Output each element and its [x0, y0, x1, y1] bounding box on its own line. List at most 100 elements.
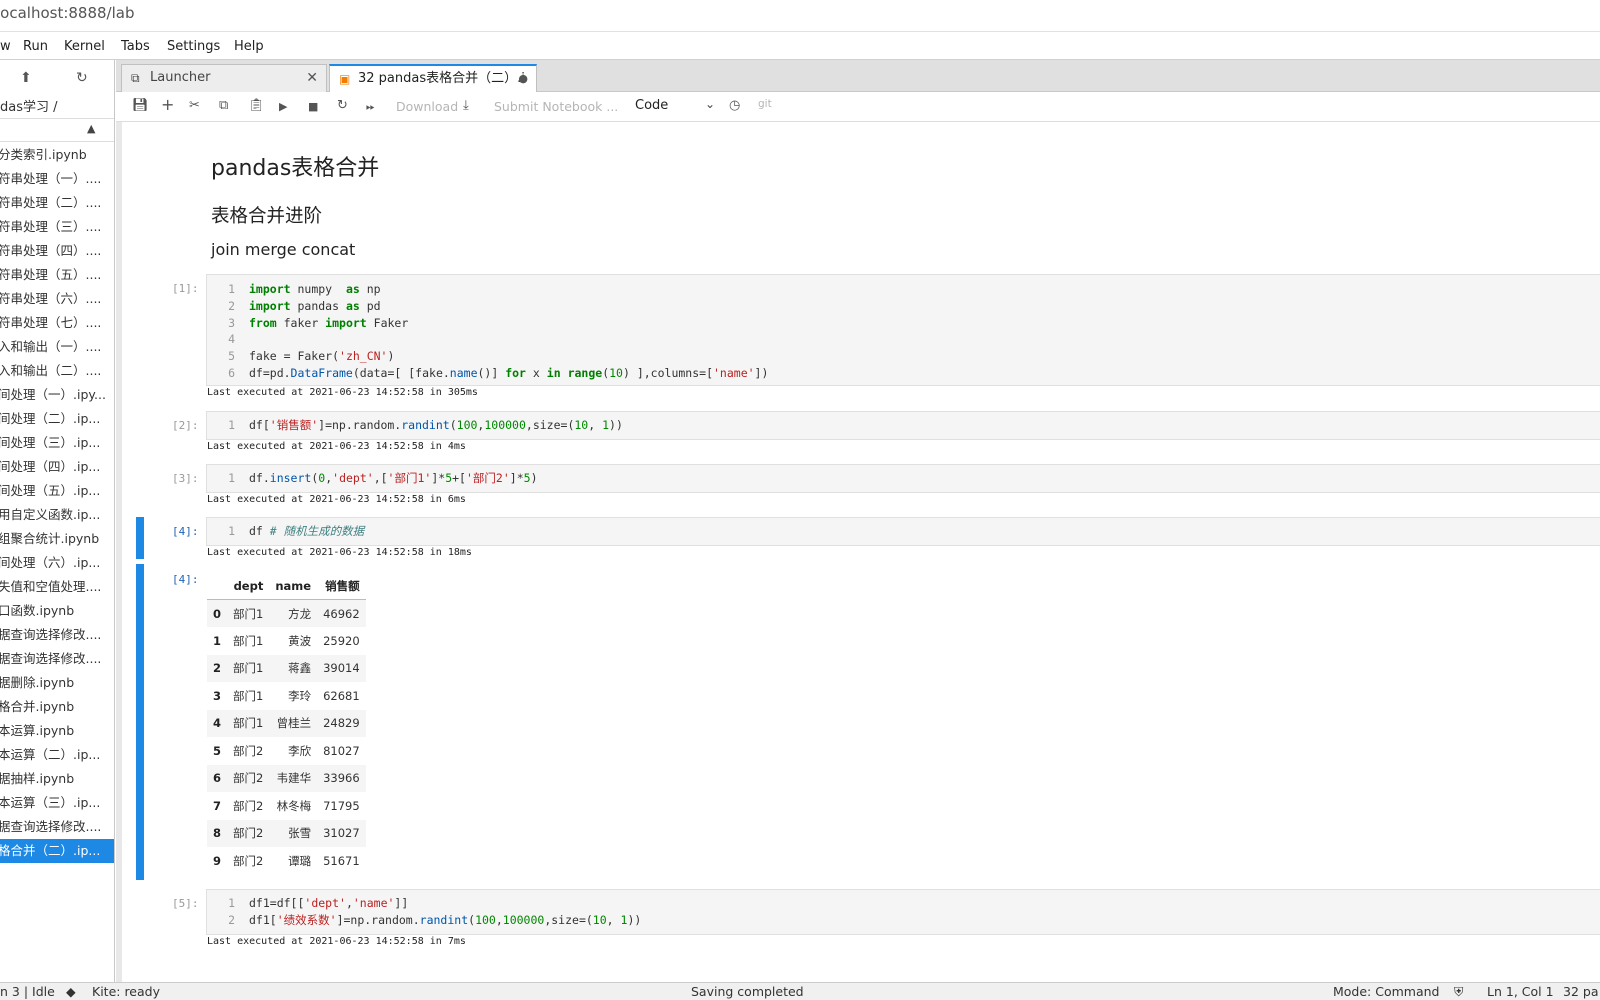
file-item[interactable]: 用自定义函数.ip...: [0, 503, 114, 527]
file-item[interactable]: 间处理（四）.ip...: [0, 455, 114, 479]
table-cell: 谭璐: [288, 853, 312, 868]
unsaved-dot-icon[interactable]: ●: [518, 66, 528, 92]
table-cell: 方龙: [288, 606, 312, 621]
close-icon[interactable]: ✕: [306, 65, 318, 91]
file-item[interactable]: 据查询选择修改....: [0, 647, 114, 671]
file-list-header[interactable]: ▲: [0, 118, 114, 142]
file-item[interactable]: 间处理（一）.ipy...: [0, 383, 114, 407]
file-item[interactable]: 格合并.ipynb: [0, 695, 114, 719]
file-item[interactable]: 间处理（五）.ip...: [0, 479, 114, 503]
kernel-status[interactable]: n 3 | Idle: [0, 984, 55, 999]
sort-caret-icon[interactable]: ▲: [87, 122, 95, 135]
menu-help[interactable]: Help: [234, 39, 264, 54]
file-item[interactable]: 间处理（二）.ip...: [0, 407, 114, 431]
file-item[interactable]: 据查询选择修改....: [0, 623, 114, 647]
file-item[interactable]: 符串处理（二）....: [0, 191, 114, 215]
notebook-panel: pandas表格合并 表格合并进阶 join merge concat [1]:…: [122, 122, 1600, 982]
file-item[interactable]: 据删除.ipynb: [0, 671, 114, 695]
upload-icon[interactable]: ⬆: [20, 70, 32, 86]
file-item[interactable]: 符串处理（三）....: [0, 215, 114, 239]
chevron-down-icon[interactable]: ⌄: [705, 97, 715, 111]
file-item[interactable]: 间处理（六）.ip...: [0, 551, 114, 575]
file-item[interactable]: 本运算（二）.ip...: [0, 743, 114, 767]
table-cell: 62681: [323, 688, 360, 703]
tab-notebook[interactable]: ▣ 32 pandas表格合并（二）.i ●: [329, 64, 537, 92]
row-index: 5: [213, 743, 222, 758]
code-cell-2[interactable]: 1 df['销售额']=np.random.randint(100,100000,…: [206, 411, 1600, 440]
heading-2: 表格合并进阶: [211, 206, 323, 227]
address-bar[interactable]: localhost:8888/lab: [0, 0, 1600, 32]
mode-status[interactable]: Mode: Command: [1333, 984, 1440, 999]
kite-status[interactable]: Kite: ready: [92, 984, 160, 999]
file-item[interactable]: 符串处理（六）....: [0, 287, 114, 311]
code-cell-4[interactable]: 1 df # 随机生成的数据: [206, 517, 1600, 546]
menu-run[interactable]: Run: [23, 39, 48, 54]
table-row: 8 部门2 张雪 31027: [207, 819, 366, 847]
file-item[interactable]: 符串处理（四）....: [0, 239, 114, 263]
row-index: 8: [213, 826, 222, 841]
download-icon[interactable]: ⤓: [463, 98, 469, 113]
file-item[interactable]: 本运算.ipynb: [0, 719, 114, 743]
file-item[interactable]: 本运算（三）.ip...: [0, 791, 114, 815]
cursor-position[interactable]: Ln 1, Col 1: [1487, 984, 1554, 999]
shield-icon[interactable]: ⛨: [1454, 984, 1463, 1000]
restart-icon[interactable]: ↻: [337, 98, 348, 113]
table-cell: 部门2: [233, 853, 264, 868]
run-icon[interactable]: ▶: [279, 100, 287, 113]
code-cell-5[interactable]: 1 df1=df[['dept','name']] 2 df1['绩效系数']=np…: [206, 889, 1600, 935]
add-cell-icon[interactable]: +: [161, 95, 174, 114]
paste-icon[interactable]: 📋︎: [248, 98, 265, 113]
exec-time: Last executed at 2021-06-23 14:52:58 in …: [207, 936, 466, 947]
file-item[interactable]: 入和输出（二）....: [0, 359, 114, 383]
file-item[interactable]: 符串处理（五）....: [0, 263, 114, 287]
file-item[interactable]: 入和输出（一）....: [0, 335, 114, 359]
breadcrumb[interactable]: das学习 /: [0, 96, 58, 115]
cell-type-select[interactable]: Code: [635, 98, 668, 113]
file-item[interactable]: 失值和空值处理....: [0, 575, 114, 599]
notebook-toolbar: 💾︎ + ✂ ⧉ 📋︎ ▶ ■ ↻ ⏩︎ Download ⤓ Submit N…: [116, 92, 1600, 122]
column-header: 销售额: [317, 572, 366, 600]
fast-forward-icon[interactable]: ⏩︎: [366, 100, 375, 114]
file-item[interactable]: 据查询选择修改....: [0, 815, 114, 839]
file-item[interactable]: 符串处理（七）....: [0, 311, 114, 335]
copy-icon[interactable]: ⧉: [219, 98, 228, 113]
heading-1: pandas表格合并: [211, 156, 380, 181]
cell-prompt: [4]:: [172, 525, 199, 538]
column-header: name: [269, 572, 318, 600]
submit-notebook-button[interactable]: Submit Notebook ...: [494, 99, 618, 114]
index-header: [207, 572, 228, 600]
file-item[interactable]: 格合并（二）.ip...: [0, 839, 114, 863]
menu-settings[interactable]: Settings: [167, 39, 220, 54]
stop-icon[interactable]: ■: [308, 100, 318, 113]
kite-icon: ◆: [66, 984, 76, 999]
cell-prompt: [3]:: [172, 472, 199, 485]
save-icon[interactable]: 💾︎: [132, 98, 149, 113]
file-item[interactable]: 分类索引.ipynb: [0, 143, 114, 167]
download-button[interactable]: Download: [396, 99, 458, 114]
file-item[interactable]: 据抽样.ipynb: [0, 767, 114, 791]
cut-icon[interactable]: ✂: [189, 98, 200, 113]
file-item[interactable]: 组聚合统计.ipynb: [0, 527, 114, 551]
menu-view[interactable]: w: [0, 39, 11, 54]
table-cell: 部门2: [233, 826, 264, 841]
tab-bar: ⧉ Launcher ✕ ▣ 32 pandas表格合并（二）.i ●: [116, 60, 1600, 92]
git-label[interactable]: git: [758, 98, 772, 110]
cell-selection-bar[interactable]: [136, 517, 144, 559]
table-cell: 33966: [323, 771, 360, 786]
output-selection-bar[interactable]: [136, 564, 144, 880]
table-cell: 林冬梅: [276, 798, 312, 813]
table-cell: 黄波: [288, 633, 312, 648]
file-item[interactable]: 符串处理（一）....: [0, 167, 114, 191]
code-cell-3[interactable]: 1 df.insert(0,'dept',['部门1']*5+['部门2']*5): [206, 464, 1600, 493]
notebook-icon: ▣: [339, 72, 351, 86]
code-cell-1[interactable]: 1 import numpy as np 2 import pandas as pd…: [206, 274, 1600, 386]
menu-kernel[interactable]: Kernel: [64, 39, 105, 54]
table-row: 4 部门1 曾桂兰 24829: [207, 709, 366, 737]
menu-tabs[interactable]: Tabs: [121, 39, 150, 54]
tab-launcher[interactable]: ⧉ Launcher ✕: [121, 64, 327, 92]
refresh-icon[interactable]: ↻: [76, 70, 88, 86]
file-item[interactable]: 间处理（三）.ip...: [0, 431, 114, 455]
heading-3: join merge concat: [211, 240, 356, 259]
clock-icon[interactable]: ◷: [729, 98, 740, 113]
file-item[interactable]: 口函数.ipynb: [0, 599, 114, 623]
